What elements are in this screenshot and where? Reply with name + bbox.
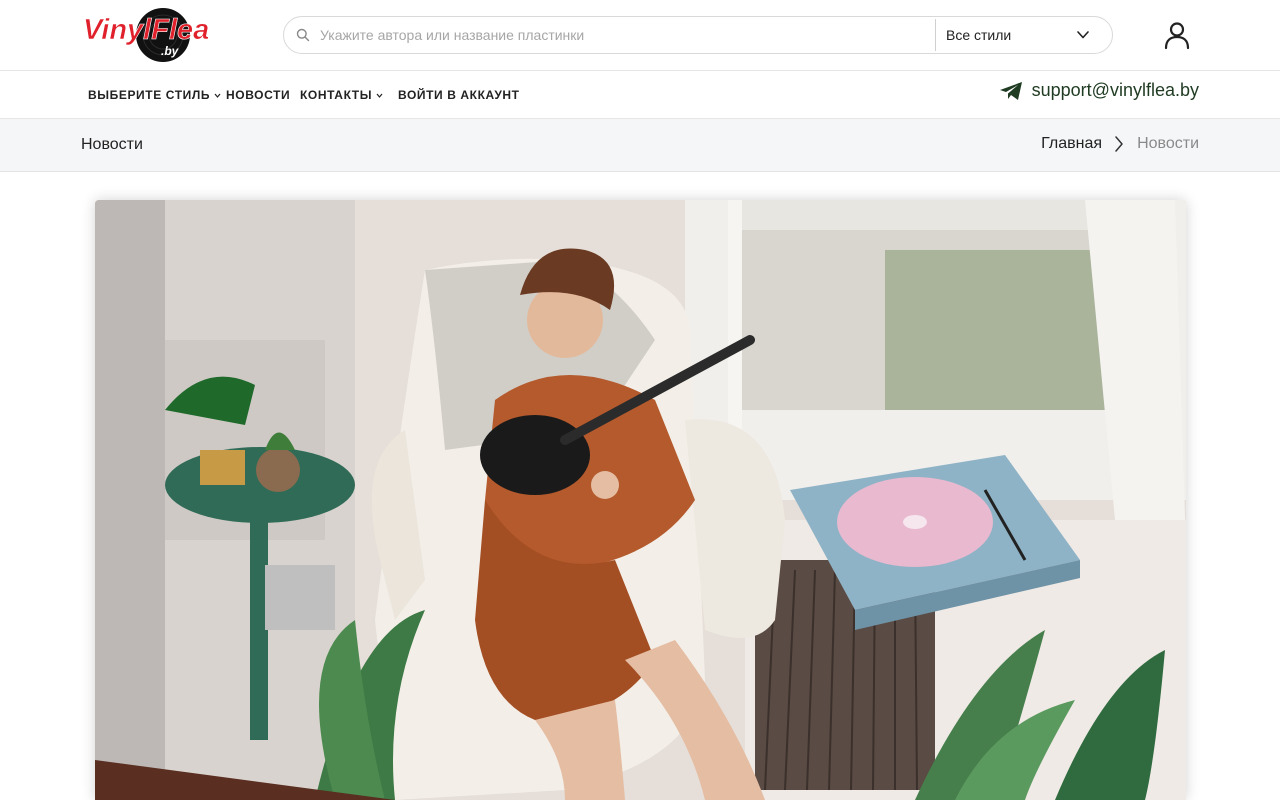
search-icon[interactable] (296, 28, 310, 42)
breadcrumb: Главная Новости (1041, 135, 1199, 153)
nav-item-label: КОНТАКТЫ (300, 88, 373, 102)
search-bar: Все стили (283, 16, 1113, 54)
news-photo (95, 200, 1186, 800)
search-input[interactable] (320, 17, 934, 53)
telegram-icon (999, 81, 1022, 100)
nav-item-news[interactable]: НОВОСТИ (226, 88, 290, 102)
site-header: VinylFlea .by Все стили (0, 0, 1280, 71)
user-icon[interactable] (1162, 20, 1192, 50)
page-title: Новости (81, 136, 143, 153)
breadcrumb-bar: Новости Главная Новости (0, 119, 1280, 172)
support-email-link[interactable]: support@vinylflea.by (999, 80, 1199, 101)
site-logo[interactable]: VinylFlea .by (81, 6, 241, 64)
logo-graphic: VinylFlea .by (83, 8, 210, 62)
nav-item-styles[interactable]: ВЫБЕРИТЕ СТИЛЬ (88, 88, 221, 102)
breadcrumb-home-link[interactable]: Главная (1041, 135, 1102, 153)
news-hero-image[interactable] (95, 200, 1186, 800)
nav-item-contacts[interactable]: КОНТАКТЫ (300, 88, 383, 102)
chevron-down-icon (1077, 31, 1089, 39)
nav-item-label: НОВОСТИ (226, 88, 291, 102)
chevron-down-icon (214, 93, 221, 99)
logo-wordmark: VinylFlea (83, 14, 209, 46)
chevron-right-icon (1115, 136, 1123, 152)
nav-item-label: ВОЙТИ В АККАУНТ (398, 88, 520, 102)
breadcrumb-current: Новости (1137, 135, 1199, 152)
logo-subtext: .by (161, 44, 180, 58)
main-nav: ВЫБЕРИТЕ СТИЛЬ НОВОСТИ КОНТАКТЫ ВОЙТИ В … (0, 71, 1280, 119)
nav-item-label: ВЫБЕРИТЕ СТИЛЬ (88, 88, 211, 102)
style-select[interactable]: Все стили (936, 17, 1112, 53)
chevron-down-icon (376, 93, 383, 99)
support-email: support@vinylflea.by (1031, 80, 1199, 100)
nav-item-login[interactable]: ВОЙТИ В АККАУНТ (398, 88, 520, 102)
style-select-value: Все стили (946, 27, 1012, 43)
